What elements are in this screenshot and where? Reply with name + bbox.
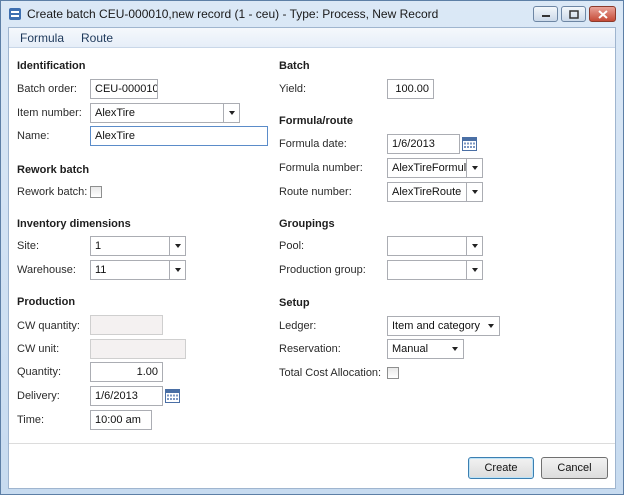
chevron-down-icon [471,244,478,248]
chevron-down-icon [471,190,478,194]
formula-date-field[interactable]: 1/6/2013 [387,134,460,154]
menu-bar: Formula Route [9,28,615,48]
delivery-date-value: 1/6/2013 [95,390,138,402]
time-label: Time: [17,414,45,426]
chevron-down-icon [174,268,181,272]
window-title: Create batch CEU-000010,new record (1 - … [27,7,439,21]
route-number-label: Route number: [279,186,352,198]
rework-batch-label: Rework batch: [17,186,88,198]
site-label: Site: [17,240,40,252]
production-group-combo[interactable] [387,260,483,280]
pool-label: Pool: [279,240,305,252]
chevron-down-icon [452,347,458,351]
cw-quantity-field [90,315,163,335]
ledger-value: Item and category [392,320,481,332]
production-group-label: Production group: [279,264,366,276]
route-number-dropdown-button[interactable] [466,183,482,201]
ledger-dropdown[interactable]: Item and category [387,316,500,336]
setup-heading: Setup [279,297,310,309]
app-icon [9,8,21,20]
name-value: AlexTire [95,130,135,142]
minimize-icon [541,15,550,17]
reservation-label: Reservation: [279,343,341,355]
dialog-window: Create batch CEU-000010,new record (1 - … [0,0,624,495]
formula-date-value: 1/6/2013 [392,138,435,150]
cancel-button[interactable]: Cancel [541,457,608,479]
delivery-label: Delivery: [17,390,60,402]
batch-heading: Batch [279,60,310,72]
reservation-value: Manual [392,343,429,355]
groupings-heading: Groupings [279,218,335,230]
batch-order-label: Batch order: [17,83,77,95]
time-field[interactable]: 10:00 am [90,410,152,430]
yield-field[interactable]: 100.00 [387,79,434,99]
identification-heading: Identification [17,60,86,72]
chevron-down-icon [471,166,478,170]
route-number-combo[interactable]: AlexTireRoute [387,182,483,202]
dialog-body: Formula Route Identification Batch order… [8,27,616,489]
cw-unit-label: CW unit: [17,343,60,355]
warehouse-value: 11 [95,264,107,276]
rework-batch-checkbox[interactable] [90,186,102,198]
title-bar: Create batch CEU-000010,new record (1 - … [1,1,623,27]
inventory-dimensions-heading: Inventory dimensions [17,218,131,230]
warehouse-combo[interactable]: 11 [90,260,186,280]
maximize-icon [568,9,579,19]
close-button[interactable] [589,6,616,22]
name-label: Name: [17,130,50,142]
rework-batch-heading: Rework batch [17,164,90,176]
time-value: 10:00 am [95,414,141,426]
item-number-value: AlexTire [95,107,135,119]
quantity-label: Quantity: [17,366,62,378]
maximize-button[interactable] [561,6,586,22]
cw-unit-field [90,339,186,359]
production-group-dropdown-button[interactable] [466,261,482,279]
site-value: 1 [95,240,102,252]
pool-combo[interactable] [387,236,483,256]
item-number-combo[interactable]: AlexTire [90,103,240,123]
chevron-down-icon [488,324,494,328]
warehouse-label: Warehouse: [17,264,76,276]
cw-quantity-label: CW quantity: [17,320,80,332]
formula-number-dropdown-button[interactable] [466,159,482,177]
yield-label: Yield: [279,83,307,95]
menu-item-formula[interactable]: Formula [20,31,64,45]
formula-number-label: Formula number: [279,162,363,174]
close-icon [597,9,608,19]
chevron-down-icon [471,268,478,272]
chevron-down-icon [228,111,235,115]
delivery-date-field[interactable]: 1/6/2013 [90,386,163,406]
reservation-dropdown[interactable]: Manual [387,339,464,359]
yield-value: 100.00 [395,83,429,95]
batch-order-field[interactable]: CEU-000010 [90,79,158,99]
site-combo[interactable]: 1 [90,236,186,256]
total-cost-allocation-checkbox[interactable] [387,367,399,379]
formula-date-label: Formula date: [279,138,347,150]
minimize-button[interactable] [533,6,558,22]
item-number-dropdown-button[interactable] [223,104,239,122]
formula-route-heading: Formula/route [279,115,353,127]
chevron-down-icon [174,244,181,248]
formula-number-value: AlexTireFormula [392,162,473,174]
batch-order-value: CEU-000010 [95,83,158,95]
create-button[interactable]: Create [468,457,534,479]
quantity-field[interactable]: 1.00 [90,362,163,382]
warehouse-dropdown-button[interactable] [169,261,185,279]
calendar-icon[interactable] [462,137,477,151]
production-heading: Production [17,296,76,308]
quantity-value: 1.00 [136,366,158,378]
calendar-icon[interactable] [165,389,180,403]
pool-dropdown-button[interactable] [466,237,482,255]
item-number-label: Item number: [17,107,82,119]
total-cost-allocation-label: Total Cost Allocation: [279,367,382,379]
name-field[interactable]: AlexTire [90,126,268,146]
site-dropdown-button[interactable] [169,237,185,255]
footer-divider [9,443,615,444]
menu-item-route[interactable]: Route [81,31,113,45]
ledger-label: Ledger: [279,320,317,332]
formula-number-combo[interactable]: AlexTireFormula [387,158,483,178]
route-number-value: AlexTireRoute [392,186,462,198]
